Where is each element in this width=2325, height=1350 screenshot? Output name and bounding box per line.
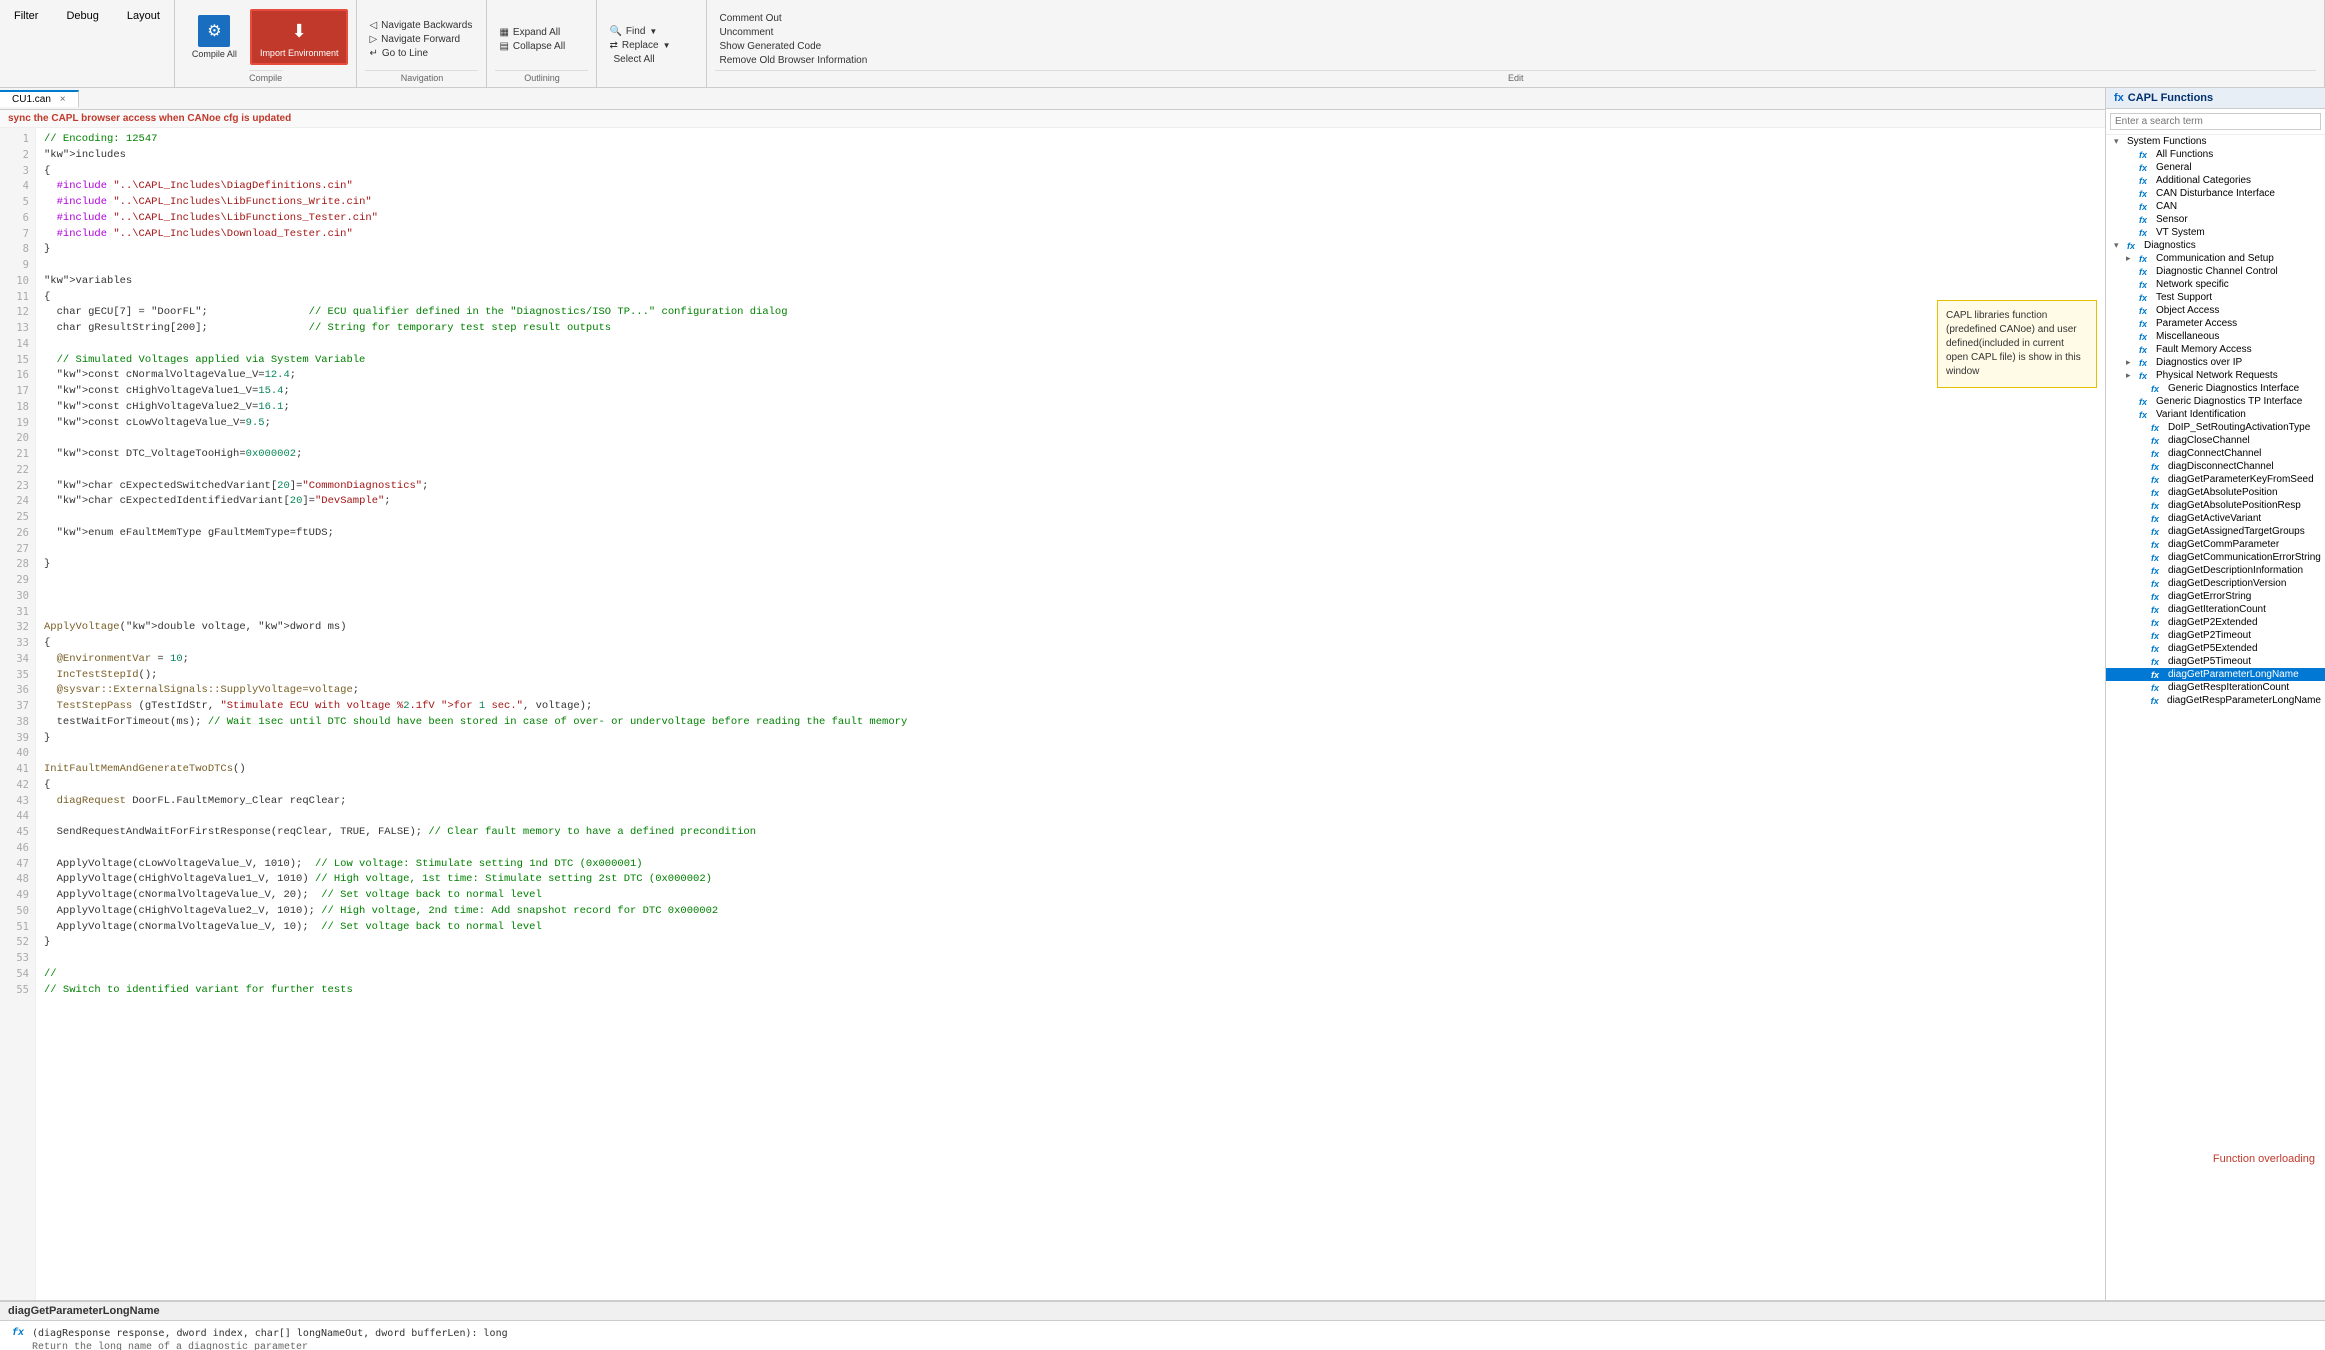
bottom-panel-content: fx (diagResponse response, dword index, … — [0, 1321, 2325, 1350]
replace-button[interactable]: ⇄ Replace ▼ — [605, 39, 698, 52]
tree-item-diagGetAbsPosResp[interactable]: fx diagGetAbsolutePositionResp — [2106, 499, 2325, 512]
overload-row: fx (diagResponse response, dword index, … — [12, 1327, 2313, 1350]
tree-item-diagGetP5Extended[interactable]: fx diagGetP5Extended — [2106, 642, 2325, 655]
debug-menu-label[interactable]: Debug — [60, 8, 104, 24]
tree-item-vt-system[interactable]: fx VT System — [2106, 226, 2325, 239]
navigate-backwards-button[interactable]: ◁ Navigate Backwards — [365, 19, 478, 32]
tree-item-comm-setup[interactable]: ▸ fx Communication and Setup — [2106, 252, 2325, 265]
overload-annotation: Function overloading — [2213, 1153, 2315, 1165]
outlining-section-label: Outlining — [495, 70, 588, 83]
tree-item-diagGetCommParam[interactable]: fx diagGetCommParameter — [2106, 538, 2325, 551]
code-area: 1234567891011121314151617181920212223242… — [0, 128, 2105, 1300]
remove-old-browser-button[interactable]: Remove Old Browser Information — [715, 54, 2316, 67]
tree-item-generic-diag[interactable]: fx Generic Diagnostics Interface — [2106, 382, 2325, 395]
tree-item-diagGetErrorStr[interactable]: fx diagGetErrorString — [2106, 590, 2325, 603]
tree-item-diagDisconnectCh[interactable]: fx diagDisconnectChannel — [2106, 460, 2325, 473]
tab-close-button[interactable]: × — [60, 94, 66, 105]
tab-bar: CU1.can × — [0, 88, 2105, 110]
tree-item-diagGetDescVer[interactable]: fx diagGetDescriptionVersion — [2106, 577, 2325, 590]
bottom-panel-header: diagGetParameterLongName — [0, 1302, 2325, 1321]
capl-tree: ▾ System Functions fx All Functions fx G… — [2106, 135, 2325, 1300]
tree-item-sensor[interactable]: fx Sensor — [2106, 213, 2325, 226]
tree-item-parameter-access[interactable]: fx Parameter Access — [2106, 317, 2325, 330]
import-environment-button[interactable]: ⬇ Import Environment — [250, 9, 349, 65]
tree-item-diagnostics[interactable]: ▾ fx Diagnostics — [2106, 239, 2325, 252]
tree-item-variant-id[interactable]: fx Variant Identification — [2106, 408, 2325, 421]
tree-item-additional-categories[interactable]: fx Additional Categories — [2106, 174, 2325, 187]
tree-item-diagGetP2Timeout[interactable]: fx diagGetP2Timeout — [2106, 629, 2325, 642]
capl-search — [2106, 109, 2325, 135]
toolbar: Filter Debug Layout ⚙ Compile All ⬇ Imp — [0, 0, 2325, 88]
tree-item-diagConnectCh[interactable]: fx diagConnectChannel — [2106, 447, 2325, 460]
tree-item-object-access[interactable]: fx Object Access — [2106, 304, 2325, 317]
go-to-line-button[interactable]: ↵ Go to Line — [365, 47, 478, 60]
tree-item-miscellaneous[interactable]: fx Miscellaneous — [2106, 330, 2325, 343]
expand-all-button[interactable]: ▦ Expand All — [495, 26, 588, 39]
collapse-all-button[interactable]: ▤ Collapse All — [495, 40, 588, 53]
bottom-section: diagGetParameterLongName fx (diagRespons… — [0, 1300, 2325, 1350]
show-generated-code-button[interactable]: Show Generated Code — [715, 40, 2316, 53]
tree-item-diagGetAbsPos[interactable]: fx diagGetAbsolutePosition — [2106, 486, 2325, 499]
tree-item-diagGetAssignedTargetGroups[interactable]: fx diagGetAssignedTargetGroups — [2106, 525, 2325, 538]
tree-item-general[interactable]: fx General — [2106, 161, 2325, 174]
breadcrumb: sync the CAPL browser access when CANoe … — [0, 110, 2105, 128]
tree-item-diagGetRespIterCount[interactable]: fx diagGetRespIterationCount — [2106, 681, 2325, 694]
line-numbers: 1234567891011121314151617181920212223242… — [0, 128, 36, 1300]
tree-item-diagGetRespParamLongName[interactable]: fx diagGetRespParameterLongName — [2106, 694, 2325, 707]
select-all-button[interactable]: Select All — [605, 53, 698, 66]
tree-item-can[interactable]: fx CAN — [2106, 200, 2325, 213]
tree-item-diagGetParamKeyFromSeed[interactable]: fx diagGetParameterKeyFromSeed — [2106, 473, 2325, 486]
tree-item-diagGetCommErrorStr[interactable]: fx diagGetCommunicationErrorString — [2106, 551, 2325, 564]
capl-search-input[interactable] — [2110, 113, 2321, 130]
navigation-section-label: Navigation — [365, 70, 478, 83]
tree-item-diagGetActiveVariant[interactable]: fx diagGetActiveVariant — [2106, 512, 2325, 525]
fx-badge: fx — [12, 1327, 26, 1341]
layout-menu-label[interactable]: Layout — [121, 8, 166, 24]
file-tab[interactable]: CU1.can × — [0, 90, 79, 107]
navigate-forward-button[interactable]: ▷ Navigate Forward — [365, 33, 478, 46]
capl-annotation: CAPL libraries function (predefined CANo… — [1937, 300, 2097, 388]
overload-signature: (diagResponse response, dword index, cha… — [32, 1327, 508, 1341]
tree-item-diagGetIterCount[interactable]: fx diagGetIterationCount — [2106, 603, 2325, 616]
edit-section-label: Edit — [715, 70, 2316, 83]
compile-all-button[interactable]: ⚙ Compile All — [183, 10, 246, 64]
uncomment-button[interactable]: Uncomment — [715, 26, 2316, 39]
code-content[interactable]: // Encoding: 12547"kw">includes{ #includ… — [36, 128, 2105, 1300]
tree-item-test-support[interactable]: fx Test Support — [2106, 291, 2325, 304]
tree-item-diagCloseCh[interactable]: fx diagCloseChannel — [2106, 434, 2325, 447]
tree-item-diagGetP2Extended[interactable]: fx diagGetP2Extended — [2106, 616, 2325, 629]
capl-panel-title: CAPL Functions — [2128, 92, 2213, 104]
tree-item-can-disturbance[interactable]: fx CAN Disturbance Interface — [2106, 187, 2325, 200]
tree-item-network-specific[interactable]: fx Network specific — [2106, 278, 2325, 291]
tree-item-generic-diag-tp[interactable]: fx Generic Diagnostics TP Interface — [2106, 395, 2325, 408]
tree-item-diagGetParamLongName[interactable]: fx diagGetParameterLongName — [2106, 668, 2325, 681]
capl-panel-header: fx CAPL Functions — [2106, 88, 2325, 109]
tree-item-diag-over-ip[interactable]: ▸ fx Diagnostics over IP — [2106, 356, 2325, 369]
capl-panel: fx CAPL Functions ▾ System Functions fx … — [2105, 88, 2325, 1300]
tree-item-system-functions[interactable]: ▾ System Functions — [2106, 135, 2325, 148]
filter-menu-label[interactable]: Filter — [8, 8, 44, 24]
tree-item-all-functions[interactable]: fx All Functions — [2106, 148, 2325, 161]
tree-item-doip-set-routing[interactable]: fx DoIP_SetRoutingActivationType — [2106, 421, 2325, 434]
find-button[interactable]: 🔍 Find ▼ — [605, 25, 698, 38]
code-editor: CU1.can × sync the CAPL browser access w… — [0, 88, 2105, 1300]
tree-item-fault-memory[interactable]: fx Fault Memory Access — [2106, 343, 2325, 356]
tree-item-physical-network[interactable]: ▸ fx Physical Network Requests — [2106, 369, 2325, 382]
tree-item-diag-channel-ctrl[interactable]: fx Diagnostic Channel Control — [2106, 265, 2325, 278]
compile-section-label: Compile — [249, 70, 282, 83]
comment-out-button[interactable]: Comment Out — [715, 12, 2316, 25]
overload-description: Return the long name of a diagnostic par… — [32, 1341, 508, 1350]
tree-item-diagGetP5Timeout[interactable]: fx diagGetP5Timeout — [2106, 655, 2325, 668]
tree-item-diagGetDescInfo[interactable]: fx diagGetDescriptionInformation — [2106, 564, 2325, 577]
